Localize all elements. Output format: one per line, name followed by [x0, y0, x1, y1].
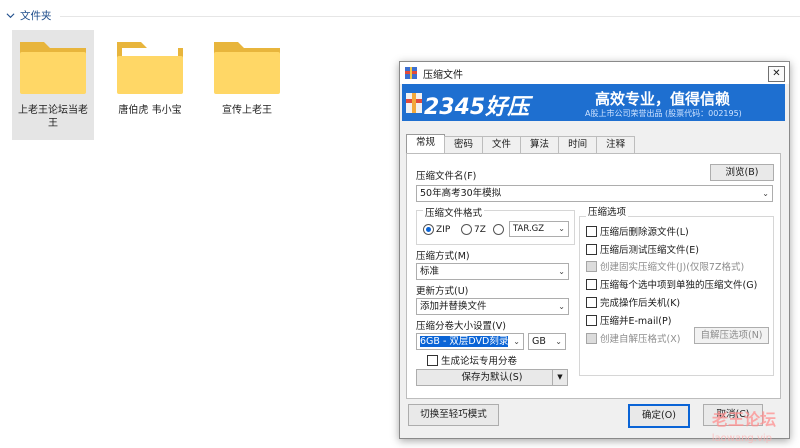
chevron-down-icon: ⌄ [558, 267, 565, 276]
tab-general[interactable]: 常规 [406, 134, 446, 153]
brand-subtext: A股上市公司荣誉出品 (股票代码：002195) [585, 109, 742, 118]
brand-slogan: 高效专业，值得信赖 [595, 90, 731, 108]
dialog-title: 压缩文件 [423, 69, 463, 81]
chevron-down-icon: ⌄ [513, 337, 520, 346]
folder-icon [214, 42, 280, 94]
option-delete-source-checkbox[interactable]: 压缩后删除源文件(L) [586, 224, 689, 238]
folder-group-header[interactable]: 文件夹 [6, 8, 52, 23]
option-solid-archive-checkbox[interactable]: 创建固实压缩文件(J)(仅限7Z格式) [586, 259, 744, 273]
option-email-checkbox[interactable]: 压缩并E-mail(P) [586, 313, 671, 327]
watermark-text: 老王论坛 [711, 410, 776, 429]
chevron-down-icon: ⌄ [558, 224, 565, 233]
folder-icon [117, 42, 183, 94]
options-group: 压缩选项 压缩后删除源文件(L) 压缩后测试压缩文件(E) 创建固实压缩文件(J… [579, 204, 774, 376]
tab-algorithm[interactable]: 算法 [520, 136, 560, 153]
chevron-down-icon: ⌄ [762, 189, 769, 198]
method-label: 压缩方式(M) [416, 251, 470, 262]
sfx-options-button[interactable]: 自解压选项(N) [694, 327, 769, 344]
tab-files[interactable]: 文件 [482, 136, 522, 153]
chevron-down-icon [6, 13, 15, 19]
option-test-archive-checkbox[interactable]: 压缩后测试压缩文件(E) [586, 242, 699, 256]
option-shutdown-checkbox[interactable]: 完成操作后关机(K) [586, 295, 680, 309]
group-divider [60, 16, 800, 17]
browse-button[interactable]: 浏览(B) [710, 164, 774, 181]
format-targz-select[interactable]: TAR.GZ ⌄ [509, 221, 569, 237]
switch-mode-button[interactable]: 切换至轻巧模式 [408, 404, 499, 426]
tab-comment[interactable]: 注释 [596, 136, 636, 153]
folder-item[interactable]: 上老王论坛当老王 [12, 30, 94, 140]
dialog-titlebar[interactable]: 压缩文件 ✕ [400, 62, 789, 84]
tab-time[interactable]: 时间 [558, 136, 598, 153]
save-default-button[interactable]: 保存为默认(S) ▼ [416, 369, 568, 386]
option-sfx-checkbox[interactable]: 创建自解压格式(X) [586, 331, 680, 345]
folder-label: 宣传上老王 [222, 105, 272, 116]
watermark-subtext: laowang.vip [711, 433, 772, 444]
format-group: 压缩文件格式 ZIP 7Z TAR.GZ ⌄ [416, 205, 575, 245]
forum-split-checkbox[interactable]: 生成论坛专用分卷 [427, 353, 517, 367]
folder-group-title: 文件夹 [20, 10, 52, 22]
split-size-select[interactable]: 6GB - 双层DVD刻录 ⌄ [416, 333, 524, 350]
compress-dialog: 压缩文件 ✕ 2345好压 高效专业，值得信赖 A股上市公司荣誉出品 (股票代码… [399, 61, 790, 439]
option-separate-archives-checkbox[interactable]: 压缩每个选中项到单独的压缩文件(G) [586, 277, 757, 291]
archive-logo-icon [406, 93, 422, 113]
tab-bar: 常规 密码 文件 算法 时间 注释 [406, 134, 636, 153]
archive-name-input[interactable]: 50年高考30年模拟 ⌄ [416, 185, 773, 202]
format-7z-radio[interactable]: 7Z [461, 224, 486, 235]
chevron-down-icon: ⌄ [555, 337, 562, 346]
update-label: 更新方式(U) [416, 286, 469, 297]
options-group-label: 压缩选项 [586, 204, 629, 218]
dropdown-arrow-icon[interactable]: ▼ [552, 370, 567, 385]
folder-item[interactable]: 宣传上老王 [206, 30, 288, 140]
split-unit-select[interactable]: GB ⌄ [528, 333, 566, 350]
ok-button[interactable]: 确定(O) [628, 404, 690, 428]
chevron-down-icon: ⌄ [558, 302, 565, 311]
tab-password[interactable]: 密码 [444, 136, 484, 153]
brand-banner: 2345好压 高效专业，值得信赖 A股上市公司荣誉出品 (股票代码：002195… [402, 84, 785, 121]
format-targz-radio[interactable] [493, 224, 504, 235]
update-select[interactable]: 添加并替换文件 ⌄ [416, 298, 569, 315]
archive-name-value: 50年高考30年模拟 [420, 188, 502, 199]
brand-name: 2345好压 [424, 95, 530, 120]
folder-item[interactable]: 唐伯虎 韦小宝 [109, 30, 191, 140]
close-button[interactable]: ✕ [768, 66, 785, 82]
folder-label: 唐伯虎 韦小宝 [118, 105, 182, 116]
format-zip-radio[interactable]: ZIP [423, 224, 450, 235]
folder-label: 上老王论坛当老王 [18, 105, 88, 129]
split-label: 压缩分卷大小设置(V) [416, 321, 506, 332]
archive-app-icon [405, 67, 417, 79]
general-tab-panel: 压缩文件名(F) 浏览(B) 50年高考30年模拟 ⌄ 压缩文件格式 ZIP 7… [406, 153, 781, 399]
folder-icon [20, 42, 86, 94]
method-select[interactable]: 标准 ⌄ [416, 263, 569, 280]
archive-name-label: 压缩文件名(F) [416, 171, 477, 182]
format-group-label: 压缩文件格式 [423, 205, 485, 219]
